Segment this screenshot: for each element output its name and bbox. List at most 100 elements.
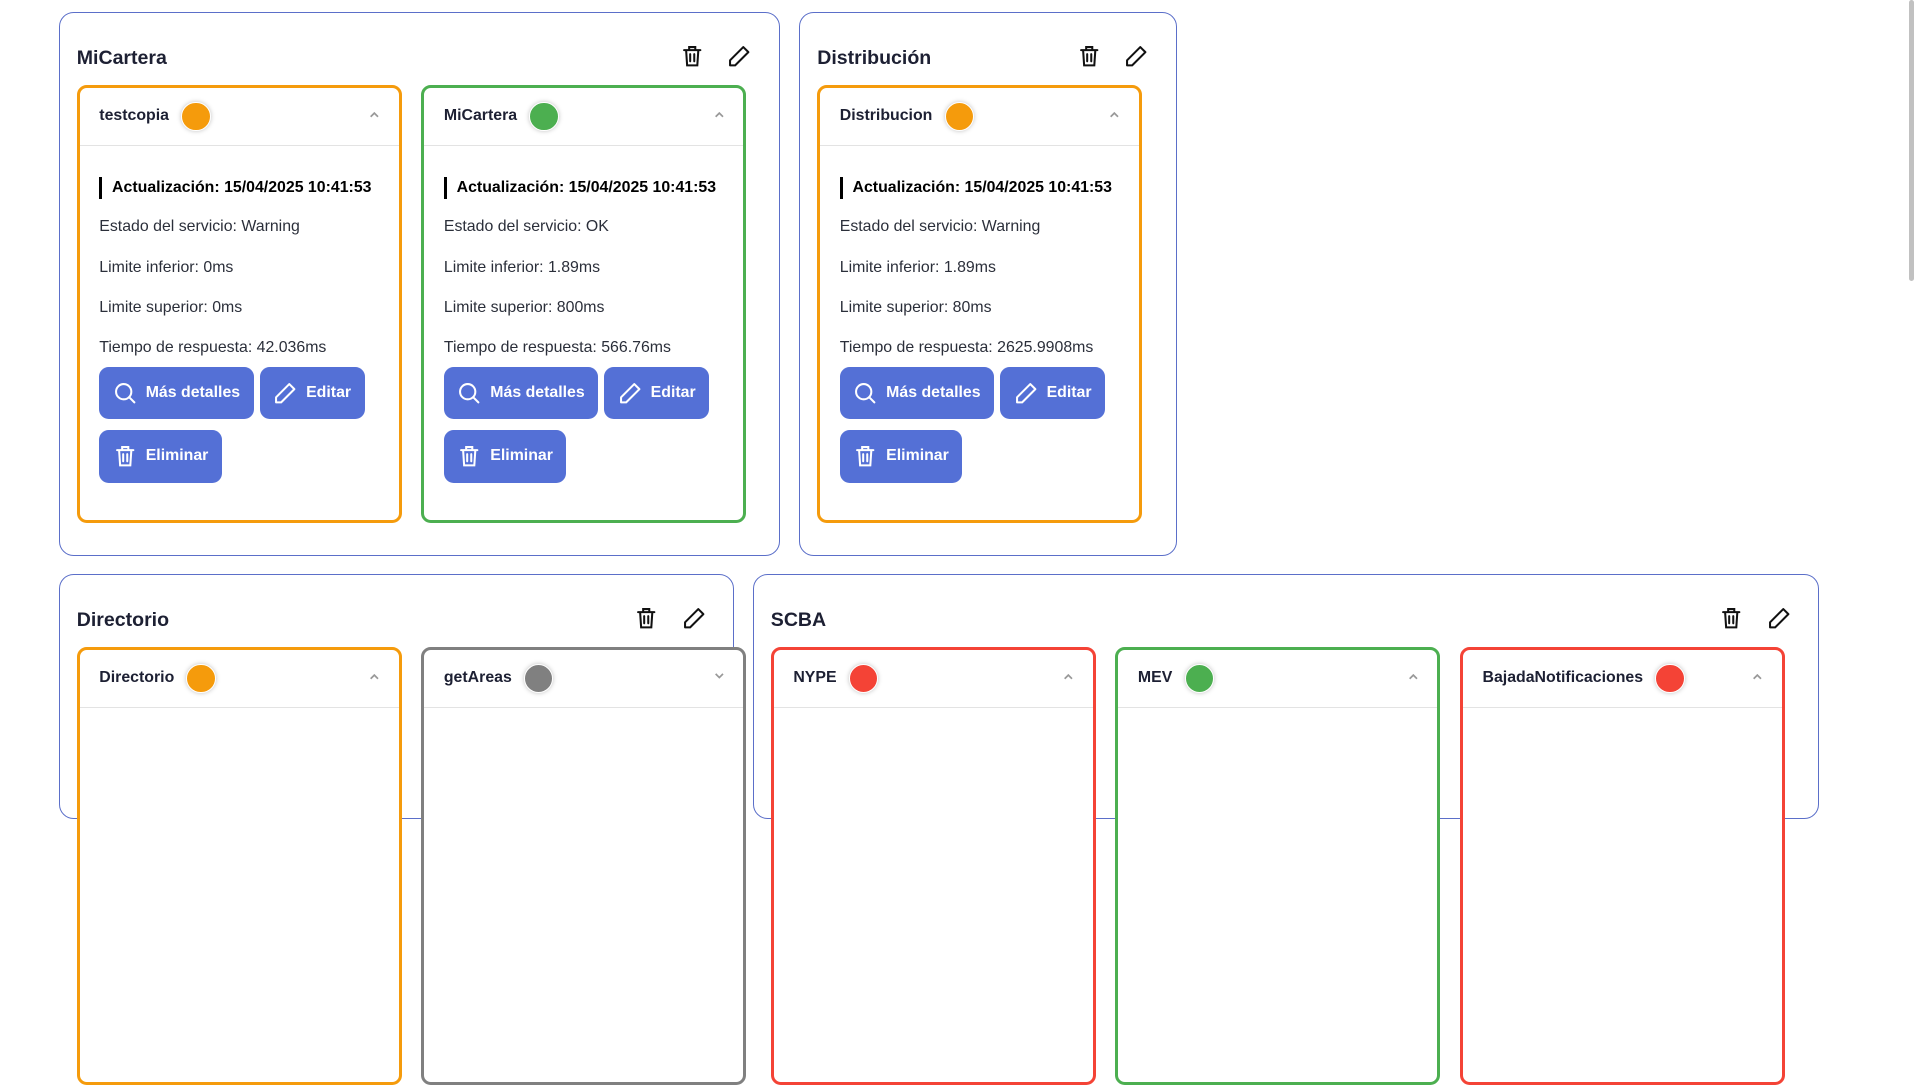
service-card: MiCartera Actualización: 15/04/2025 10:41…	[421, 85, 747, 523]
trash-group-button[interactable]	[1077, 44, 1101, 68]
trash-group-button[interactable]	[634, 606, 658, 630]
card-header[interactable]: MiCartera	[424, 88, 744, 146]
card-actions: Más detalles Editar Eliminar	[443, 366, 725, 483]
service-card: testcopia Actualización: 15/04/2025 10:41…	[76, 85, 402, 523]
trash-icon	[853, 444, 886, 468]
status-dot	[524, 663, 554, 694]
group-title: MiCartera	[76, 47, 167, 70]
group-actions	[680, 44, 752, 68]
card-header[interactable]: getAreas	[424, 650, 744, 708]
dashboard: MiCartera testcopia Actualización: 15/04/2…	[0, 0, 1916, 1085]
service-card: BajadaNotificaciones	[1459, 647, 1785, 1085]
m-s-detalles-button[interactable]: Más detalles	[99, 366, 254, 420]
pencil-group-button[interactable]	[1767, 606, 1791, 630]
info-line: Limite inferior: 1.89ms	[839, 258, 996, 276]
service-name: getAreas	[443, 669, 512, 687]
button-label: Más detalles	[886, 383, 981, 401]
service-card: NYPE	[770, 647, 1096, 1085]
service-name: MEV	[1137, 669, 1173, 687]
pencil-group-button[interactable]	[727, 44, 751, 68]
status-dot	[186, 663, 216, 694]
pencil-icon	[682, 606, 706, 630]
editar-button[interactable]: Editar	[259, 366, 365, 420]
m-s-detalles-button[interactable]: Más detalles	[443, 366, 599, 420]
scrollbar[interactable]	[1908, 0, 1916, 702]
trash-icon	[1077, 44, 1101, 68]
trash-icon	[113, 444, 146, 468]
service-name: testcopia	[99, 107, 169, 125]
trash-group-button[interactable]	[680, 44, 704, 68]
pencil-icon	[1767, 606, 1791, 630]
group-title: Directorio	[76, 609, 170, 632]
status-dot	[529, 101, 559, 132]
card-body: Actualización: 15/04/2025 10:41:53 Estado…	[424, 146, 743, 483]
info-line: Limite inferior: 1.89ms	[443, 258, 601, 276]
chevron-up-icon[interactable]	[1061, 669, 1076, 684]
info-line: Limite inferior: 0ms	[99, 258, 234, 276]
trash-icon	[1719, 606, 1743, 630]
eliminar-button[interactable]: Eliminar	[99, 430, 222, 483]
info-line: Estado del servicio: Warning	[99, 218, 300, 236]
pencil-icon	[1124, 44, 1148, 68]
chevron-down-icon[interactable]	[712, 669, 727, 684]
trash-icon	[680, 44, 704, 68]
last-update: Actualización: 15/04/2025 10:41:53	[443, 177, 724, 200]
chevron-up-icon[interactable]	[367, 107, 382, 122]
service-name: MiCartera	[443, 107, 518, 125]
service-card: Directorio	[76, 647, 402, 1085]
editar-button[interactable]: Editar	[1000, 366, 1105, 420]
service-card: Distribucion Actualización: 15/04/2025 10…	[817, 85, 1143, 523]
editar-button[interactable]: Editar	[604, 366, 710, 420]
chevron-up-icon[interactable]	[367, 669, 382, 684]
m-s-detalles-button[interactable]: Más detalles	[839, 366, 995, 420]
card-header[interactable]: testcopia	[79, 88, 399, 146]
trash-group-button[interactable]	[1719, 606, 1743, 630]
last-update: Actualización: 15/04/2025 10:41:53	[99, 177, 379, 200]
service-name: NYPE	[793, 669, 837, 687]
service-card: MEV	[1115, 647, 1441, 1085]
group-actions	[1719, 606, 1791, 630]
info-line: Limite superior: 0ms	[99, 298, 243, 316]
info-line: Estado del servicio: Warning	[839, 218, 1041, 236]
pencil-icon	[273, 381, 306, 405]
pencil-icon	[1014, 381, 1047, 405]
scrollbar-thumb[interactable]	[1909, 0, 1914, 281]
service-name: BajadaNotificaciones	[1482, 669, 1644, 687]
button-label: Más detalles	[145, 383, 241, 401]
status-dot	[1184, 663, 1214, 694]
card-header[interactable]: Directorio	[79, 650, 399, 708]
info-line: Limite superior: 80ms	[839, 298, 992, 316]
chevron-up-icon[interactable]	[1406, 669, 1421, 684]
service-group: MiCartera testcopia Actualización: 15/04/2…	[58, 12, 780, 556]
status-dot	[1655, 663, 1685, 694]
chevron-up-icon[interactable]	[1750, 669, 1765, 684]
group-title: Distribución	[817, 47, 932, 70]
button-label: Eliminar	[490, 447, 553, 465]
button-label: Más detalles	[490, 383, 585, 401]
chevron-up-icon[interactable]	[712, 107, 727, 122]
card-header[interactable]: BajadaNotificaciones	[1462, 650, 1782, 708]
pencil-group-button[interactable]	[1124, 44, 1148, 68]
group-actions	[1077, 44, 1149, 68]
card-actions: Más detalles Editar Eliminar	[99, 366, 380, 483]
card-header[interactable]: Distribucion	[820, 88, 1140, 146]
status-dot	[944, 101, 974, 132]
pencil-group-button[interactable]	[682, 606, 706, 630]
eliminar-button[interactable]: Eliminar	[443, 430, 567, 483]
pencil-icon	[618, 381, 651, 405]
trash-icon	[634, 606, 658, 630]
search-icon	[457, 381, 490, 405]
button-label: Editar	[306, 383, 352, 401]
group-title: SCBA	[770, 609, 827, 632]
service-card: getAreas	[421, 647, 747, 1085]
card-body: Actualización: 15/04/2025 10:41:53 Estado…	[820, 146, 1139, 483]
service-name: Distribucion	[839, 107, 933, 125]
search-icon	[113, 381, 146, 405]
card-header[interactable]: MEV	[1118, 650, 1438, 708]
eliminar-button[interactable]: Eliminar	[839, 430, 963, 483]
service-group: Distribución Distribucion Actualización: 1…	[799, 12, 1177, 556]
card-header[interactable]: NYPE	[773, 650, 1093, 708]
button-label: Eliminar	[145, 447, 209, 465]
info-line: Limite superior: 800ms	[443, 298, 605, 316]
chevron-up-icon[interactable]	[1107, 107, 1122, 122]
